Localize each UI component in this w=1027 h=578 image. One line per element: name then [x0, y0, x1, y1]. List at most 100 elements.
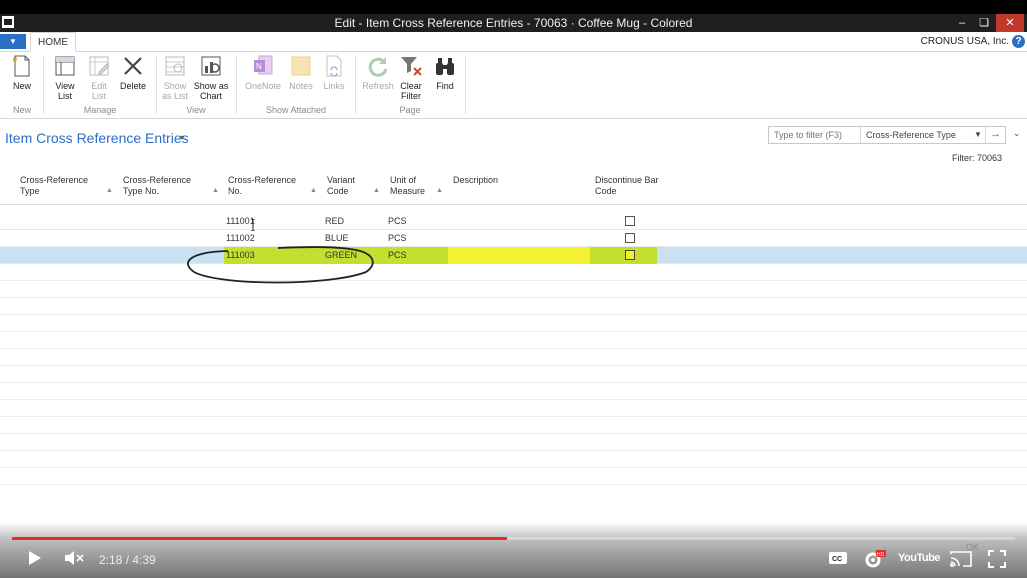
- column-header-cross-reference-type[interactable]: Cross-Reference Type: [20, 175, 88, 197]
- settings-hd-icon[interactable]: HD: [864, 550, 886, 568]
- group-divider: [43, 56, 44, 114]
- column-header-variant-code[interactable]: Variant Code: [327, 175, 355, 197]
- column-header-unit-of-measure[interactable]: Unit of Measure: [390, 175, 425, 197]
- empty-row[interactable]: [0, 332, 1027, 349]
- empty-row[interactable]: [0, 400, 1027, 417]
- discontinue-checkbox[interactable]: [625, 216, 635, 226]
- edit-list-button[interactable]: Edit List: [84, 54, 114, 101]
- minimize-button[interactable]: –: [951, 14, 973, 32]
- delete-button[interactable]: Delete: [117, 54, 149, 91]
- mute-icon[interactable]: [64, 550, 86, 566]
- cast-icon[interactable]: [949, 550, 973, 568]
- sort-icon[interactable]: ▲: [212, 187, 219, 194]
- fullscreen-icon[interactable]: [988, 550, 1006, 568]
- sort-icon[interactable]: ▲: [373, 187, 380, 194]
- notes-label: Notes: [289, 81, 313, 91]
- show-as-chart-label: Show as Chart: [193, 81, 229, 101]
- tab-home[interactable]: HOME: [30, 32, 76, 52]
- empty-row[interactable]: [0, 451, 1027, 468]
- filter-go-button[interactable]: →: [985, 127, 1005, 143]
- column-header-description[interactable]: Description: [453, 175, 498, 186]
- empty-row[interactable]: [0, 349, 1027, 366]
- clear-filter-button[interactable]: Clear Filter: [397, 54, 425, 101]
- sort-icon[interactable]: ▲: [106, 187, 113, 194]
- expand-filter-icon[interactable]: ⌄: [1013, 128, 1021, 139]
- application-menu-button[interactable]: ▼: [0, 34, 26, 49]
- view-list-button[interactable]: View List: [50, 54, 80, 101]
- ribbon-tab-row: ▼ HOME CRONUS USA, Inc. ?: [0, 32, 1027, 52]
- title-dropdown-icon[interactable]: ▾: [180, 133, 184, 142]
- links-button[interactable]: Links: [320, 54, 348, 91]
- page-title[interactable]: Item Cross Reference Entries: [5, 130, 189, 146]
- cell-variant-code[interactable]: RED: [325, 213, 344, 230]
- refresh-label: Refresh: [362, 81, 394, 91]
- edit-list-icon: [89, 56, 110, 76]
- cell-unit-of-measure[interactable]: PCS: [388, 230, 407, 247]
- chevron-down-icon[interactable]: ▼: [974, 130, 982, 139]
- onenote-button[interactable]: N OneNote: [243, 54, 283, 91]
- application-window: Edit - Item Cross Reference Entries - 70…: [0, 14, 1027, 578]
- help-icon[interactable]: ?: [1012, 35, 1025, 48]
- empty-row[interactable]: [0, 264, 1027, 281]
- notes-button[interactable]: Notes: [287, 54, 315, 91]
- empty-row[interactable]: [0, 298, 1027, 315]
- play-icon[interactable]: [26, 550, 42, 566]
- empty-row[interactable]: [0, 281, 1027, 298]
- clear-filter-icon: [401, 57, 422, 76]
- column-header-cross-reference-no[interactable]: Cross-Reference No.: [228, 175, 296, 197]
- company-name[interactable]: CRONUS USA, Inc.: [921, 36, 1009, 47]
- show-as-chart-icon: [201, 56, 221, 76]
- find-button[interactable]: Find: [431, 54, 459, 91]
- group-divider: [355, 56, 356, 114]
- entries-grid: Cross-Reference Type ▲ Cross-Reference T…: [0, 166, 1027, 536]
- group-manage-label: Manage: [83, 105, 117, 115]
- empty-row[interactable]: [0, 366, 1027, 383]
- group-divider: [465, 56, 466, 114]
- grid-header: Cross-Reference Type ▲ Cross-Reference T…: [0, 171, 1027, 205]
- cell-discontinue-bg: [590, 247, 657, 264]
- column-header-cross-reference-type-no[interactable]: Cross-Reference Type No.: [123, 175, 191, 197]
- group-view-label: View: [186, 105, 206, 115]
- empty-row[interactable]: [0, 315, 1027, 332]
- sort-icon[interactable]: ▲: [436, 187, 443, 194]
- table-row-selected[interactable]: 111003 GREEN PCS: [0, 247, 1027, 264]
- group-divider: [156, 56, 157, 114]
- sort-icon[interactable]: ▲: [310, 187, 317, 194]
- delete-x-icon: [124, 57, 142, 75]
- table-row[interactable]: 111002 BLUE PCS: [0, 230, 1027, 247]
- progress-fill: [12, 537, 508, 540]
- show-as-chart-button[interactable]: Show as Chart: [193, 54, 229, 101]
- time-display: 2:18 / 4:39: [99, 553, 156, 567]
- filter-input[interactable]: [769, 127, 861, 143]
- discontinue-checkbox[interactable]: [625, 233, 635, 243]
- delete-label: Delete: [119, 81, 146, 91]
- empty-row[interactable]: [0, 434, 1027, 451]
- maximize-button[interactable]: ❏: [973, 14, 995, 32]
- cell-description[interactable]: [448, 247, 590, 264]
- group-new-label: New: [12, 105, 31, 115]
- empty-row[interactable]: [0, 468, 1027, 485]
- refresh-button[interactable]: Refresh: [361, 54, 395, 91]
- text-cursor-icon: [251, 219, 255, 231]
- new-button[interactable]: New: [8, 54, 36, 91]
- filter-field-select[interactable]: Cross-Reference Type: [861, 127, 985, 143]
- close-button[interactable]: ✕: [996, 14, 1024, 32]
- title-bar: Edit - Item Cross Reference Entries - 70…: [0, 14, 1027, 32]
- empty-row[interactable]: [0, 417, 1027, 434]
- edit-list-label: Edit List: [91, 81, 107, 101]
- filter-indicator: Filter: 70063: [951, 153, 1002, 163]
- cell-unit-of-measure[interactable]: PCS: [388, 213, 407, 230]
- onenote-label: OneNote: [244, 81, 282, 91]
- discontinue-checkbox[interactable]: [625, 250, 635, 260]
- show-as-list-button[interactable]: Show as List: [160, 54, 190, 101]
- cell-unit-of-measure[interactable]: PCS: [385, 247, 448, 264]
- empty-row[interactable]: [0, 383, 1027, 400]
- window-title: Edit - Item Cross Reference Entries - 70…: [334, 16, 693, 30]
- column-header-discontinue-bar-code[interactable]: Discontinue Bar Code: [595, 175, 659, 197]
- progress-bar[interactable]: [12, 537, 1015, 540]
- links-icon: [326, 55, 342, 77]
- links-label: Links: [323, 81, 345, 91]
- table-row[interactable]: 111001 RED PCS: [0, 213, 1027, 230]
- captions-icon[interactable]: CC: [828, 550, 848, 566]
- youtube-logo[interactable]: YouTube: [898, 552, 940, 564]
